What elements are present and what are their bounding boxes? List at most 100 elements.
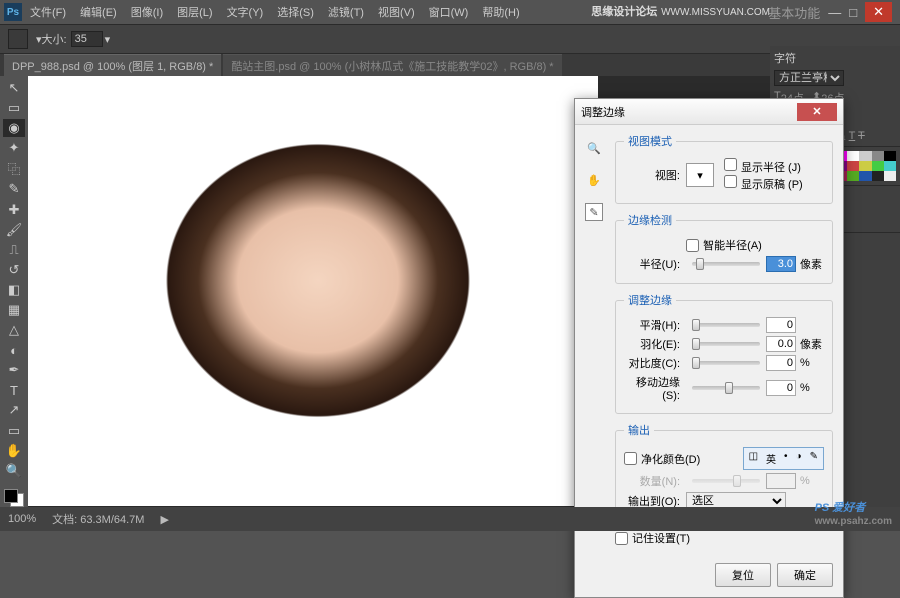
window-close-icon[interactable]: ✕ xyxy=(865,2,892,22)
menu-help[interactable]: 帮助(H) xyxy=(482,4,519,20)
lasso-tool-icon[interactable]: ◉ xyxy=(3,119,25,137)
view-mode-group: 视图模式 视图: ▾ 显示半径 (J) 显示原稿 (P) xyxy=(615,133,833,204)
menu-layer[interactable]: 图层(L) xyxy=(177,4,212,20)
shift-slider[interactable] xyxy=(692,386,760,390)
tab-doc-2[interactable]: 酷站主图.psd @ 100% (小树林瓜式《施工技能教学02》, RGB/8)… xyxy=(223,54,561,77)
eraser-tool-icon[interactable]: ◧ xyxy=(3,281,25,299)
ps-logo-icon: Ps xyxy=(4,3,22,21)
output-legend: 输出 xyxy=(624,422,654,438)
adjust-edge-legend: 调整边缘 xyxy=(624,292,676,308)
unit-px: 像素 xyxy=(800,256,824,272)
menu-type[interactable]: 文字(Y) xyxy=(227,4,264,20)
pen-tool-icon[interactable]: ✒ xyxy=(3,361,25,379)
smooth-slider[interactable] xyxy=(692,323,760,327)
smooth-input[interactable] xyxy=(766,317,796,333)
chevron-down-icon[interactable]: ▾ xyxy=(105,33,111,46)
show-radius-label: 显示半径 (J) xyxy=(741,162,801,174)
radius-input[interactable] xyxy=(766,256,796,272)
window-maximize-icon[interactable]: □ xyxy=(849,5,857,20)
view-mode-picker[interactable]: ▾ xyxy=(686,163,714,187)
decon-label: 净化颜色(D) xyxy=(641,451,700,467)
canvas[interactable] xyxy=(28,76,598,506)
show-original-label: 显示原稿 (P) xyxy=(741,179,803,191)
zoom-icon[interactable]: 🔍 xyxy=(585,139,603,157)
feather-input[interactable] xyxy=(766,336,796,352)
shift-label: 移动边缘(S): xyxy=(624,374,680,402)
refine-brush-icon[interactable]: ✎ xyxy=(585,203,603,221)
zoom-tool-icon[interactable]: 🔍 xyxy=(3,462,25,480)
contrast-slider[interactable] xyxy=(692,361,760,365)
ok-button[interactable]: 确定 xyxy=(777,563,833,587)
doc-size-value: 文档: 63.3M/64.7M xyxy=(52,511,144,527)
menu-bar: Ps 文件(F) 编辑(E) 图像(I) 图层(L) 文字(Y) 选择(S) 滤… xyxy=(0,0,900,24)
toolbox: ↖ ▭ ◉ ✦ ⿻ ✎ ✚ 🖌 ⎍ ↺ ◧ ▦ △ ◐ ✒ T ↗ ▭ ✋ 🔍 xyxy=(0,76,28,507)
adjust-edge-group: 调整边缘 平滑(H): 羽化(E):像素 对比度(C):% 移动边缘(S):% xyxy=(615,292,833,414)
brush-tool-icon[interactable]: 🖌 xyxy=(3,221,25,239)
menu-window[interactable]: 窗口(W) xyxy=(429,4,469,20)
type-tool-icon[interactable]: T xyxy=(3,381,25,399)
feather-label: 羽化(E): xyxy=(624,336,680,352)
wand-tool-icon[interactable]: ✦ xyxy=(3,139,25,157)
edge-detect-group: 边缘检测 智能半径(A) 半径(U): 像素 xyxy=(615,212,833,284)
window-minimize-icon[interactable]: — xyxy=(828,5,841,20)
history-brush-icon[interactable]: ↺ xyxy=(3,261,25,279)
radius-slider[interactable] xyxy=(692,262,760,266)
shift-input[interactable] xyxy=(766,380,796,396)
size-input[interactable] xyxy=(71,31,103,47)
color-swatch[interactable] xyxy=(4,489,24,507)
workspace-label[interactable]: 基本功能 xyxy=(768,3,820,22)
dialog-titlebar[interactable]: 调整边缘 ✕ xyxy=(575,99,843,125)
amount-slider xyxy=(692,479,760,483)
smart-radius-check[interactable] xyxy=(686,239,699,252)
contrast-label: 对比度(C): xyxy=(624,355,680,371)
menu-image[interactable]: 图像(I) xyxy=(131,4,163,20)
feather-slider[interactable] xyxy=(692,342,760,346)
amount-input xyxy=(766,473,796,489)
remember-check[interactable] xyxy=(615,532,628,545)
menu-view[interactable]: 视图(V) xyxy=(378,4,415,20)
radius-label: 半径(U): xyxy=(624,256,680,272)
eyedropper-tool-icon[interactable]: ✎ xyxy=(3,180,25,198)
shape-tool-icon[interactable]: ▭ xyxy=(3,422,25,440)
contrast-input[interactable] xyxy=(766,355,796,371)
amount-label: 数量(N): xyxy=(624,473,680,489)
size-label: 大小: xyxy=(42,31,67,47)
smart-radius-label: 智能半径(A) xyxy=(703,237,762,253)
hand-tool-icon[interactable]: ✋ xyxy=(3,442,25,460)
show-original-check[interactable] xyxy=(724,175,737,188)
tab-doc-1[interactable]: DPP_988.psd @ 100% (图层 1, RGB/8) * xyxy=(4,54,221,77)
dialog-close-icon[interactable]: ✕ xyxy=(797,103,837,121)
photo-cutout xyxy=(68,96,568,506)
path-tool-icon[interactable]: ↗ xyxy=(3,401,25,419)
stamp-tool-icon[interactable]: ⎍ xyxy=(3,241,25,259)
view-mode-legend: 视图模式 xyxy=(624,133,676,149)
smooth-label: 平滑(H): xyxy=(624,317,680,333)
decon-check[interactable] xyxy=(624,452,637,465)
remember-label: 记住设置(T) xyxy=(632,530,690,546)
fg-color-icon[interactable] xyxy=(4,489,18,503)
menu-filter[interactable]: 滤镜(T) xyxy=(328,4,364,20)
menu-file[interactable]: 文件(F) xyxy=(30,4,66,20)
blur-tool-icon[interactable]: △ xyxy=(3,321,25,339)
chevron-right-icon[interactable]: ▶ xyxy=(160,513,168,526)
dialog-title: 调整边缘 xyxy=(581,104,625,120)
menu-select[interactable]: 选择(S) xyxy=(277,4,314,20)
dodge-tool-icon[interactable]: ◐ xyxy=(3,341,25,359)
font-select[interactable]: 方正兰亭粗.. xyxy=(774,70,844,86)
output-mode-buttons[interactable]: ◫英•◑✎ xyxy=(743,447,824,470)
char-panel-tab[interactable]: 字符 xyxy=(774,50,896,66)
current-tool-icon[interactable] xyxy=(8,29,28,49)
show-radius-check[interactable] xyxy=(724,158,737,171)
document-tabs: DPP_988.psd @ 100% (图层 1, RGB/8) * 酷站主图.… xyxy=(0,54,900,76)
gradient-tool-icon[interactable]: ▦ xyxy=(3,301,25,319)
reset-button[interactable]: 复位 xyxy=(715,563,771,587)
crop-tool-icon[interactable]: ⿻ xyxy=(3,159,25,178)
heal-tool-icon[interactable]: ✚ xyxy=(3,200,25,218)
menu-edit[interactable]: 编辑(E) xyxy=(80,4,117,20)
zoom-value[interactable]: 100% xyxy=(8,513,36,525)
options-bar: ▾ 大小: ▾ xyxy=(0,24,900,54)
marquee-tool-icon[interactable]: ▭ xyxy=(3,99,25,117)
move-tool-icon[interactable]: ↖ xyxy=(3,79,25,97)
view-label: 视图: xyxy=(624,167,680,183)
hand-icon[interactable]: ✋ xyxy=(585,171,603,189)
